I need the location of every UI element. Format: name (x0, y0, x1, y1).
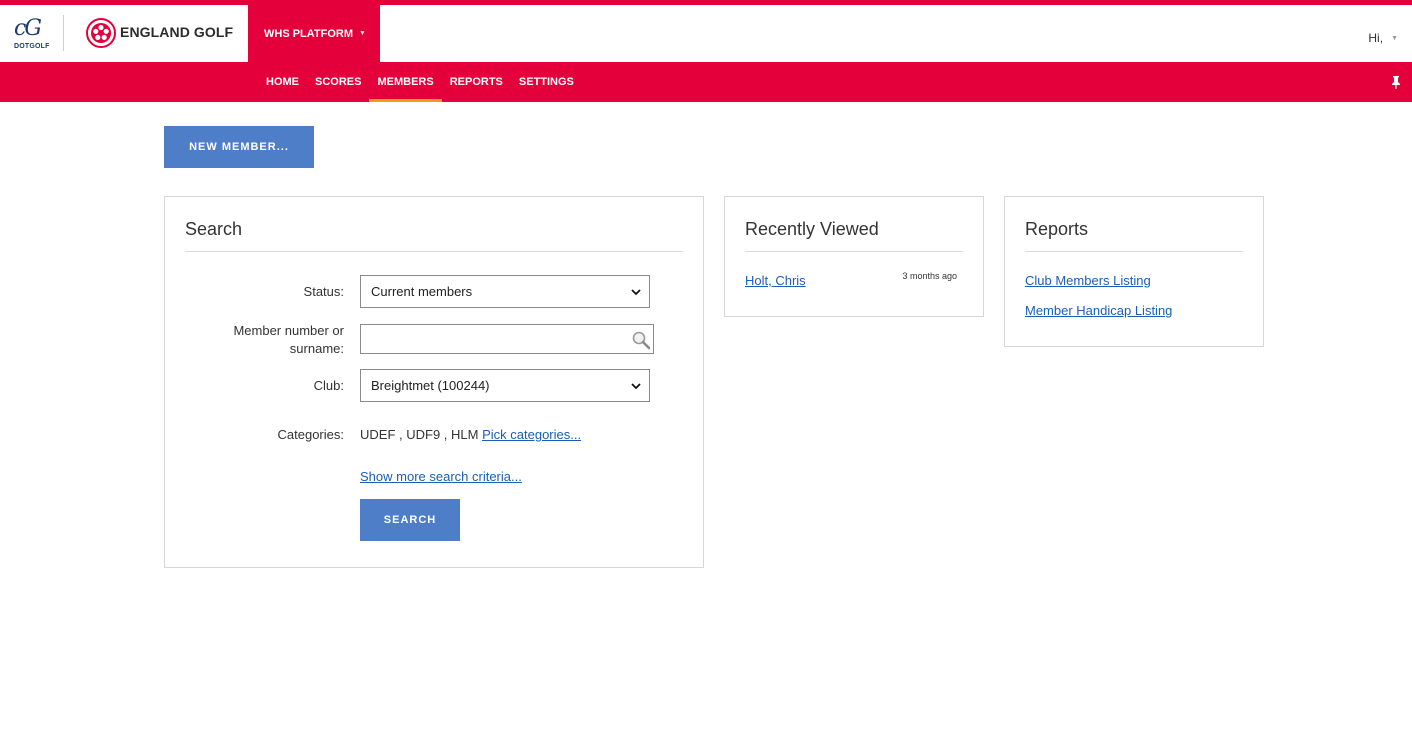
status-select[interactable]: Current members (360, 275, 650, 308)
platform-caret-icon: ▼ (359, 30, 366, 37)
nav-settings[interactable]: SETTINGS (511, 62, 582, 102)
categories-value: UDEF , UDF9 , HLM (360, 427, 479, 442)
nav-members-label: MEMBERS (377, 76, 434, 88)
member-handicap-listing-link[interactable]: Member Handicap Listing (1025, 303, 1172, 318)
nav-scores[interactable]: SCORES (307, 62, 369, 102)
categories-field: UDEF , UDF9 , HLM Pick categories... (360, 427, 581, 442)
nav-home-label: HOME (266, 76, 299, 88)
pick-categories-link[interactable]: Pick categories... (482, 427, 581, 442)
nav-members[interactable]: MEMBERS (369, 62, 442, 102)
member-search-label-line1: Member number or (233, 323, 344, 338)
reports-divider (1025, 251, 1243, 252)
categories-label: Categories: (277, 427, 344, 442)
recent-member-time: 3 months ago (902, 271, 957, 281)
new-member-button[interactable]: NEW MEMBER... (164, 126, 314, 168)
club-members-listing-link[interactable]: Club Members Listing (1025, 273, 1151, 288)
chevron-down-icon (631, 289, 641, 296)
recent-member-link[interactable]: Holt, Chris (745, 273, 806, 288)
pin-icon[interactable] (1390, 75, 1402, 89)
recently-viewed-divider (745, 251, 963, 252)
user-greeting: Hi, (1368, 31, 1384, 45)
platform-switcher[interactable]: WHS PLATFORM ▼ (248, 5, 380, 62)
dotgolf-logo-mark: cG (14, 16, 42, 41)
recently-viewed-panel: Recently Viewed Holt, Chris 3 months ago (724, 196, 984, 317)
club-label: Club: (313, 378, 344, 393)
reports-title: Reports (1025, 219, 1089, 239)
search-panel-divider (185, 251, 683, 252)
nav-settings-label: SETTINGS (518, 76, 574, 88)
main-navbar: HOME SCORES MEMBERS REPORTS SETTINGS (0, 62, 1412, 102)
user-menu-caret-icon: ▼ (1391, 35, 1398, 43)
nav-home[interactable]: HOME (258, 62, 307, 102)
dotgolf-logo[interactable]: cG DOTGOLF (12, 15, 52, 55)
club-select-value: Breightmet (100244) (371, 378, 490, 393)
platform-label: WHS PLATFORM (264, 27, 354, 40)
search-icon[interactable] (631, 330, 651, 350)
status-label: Status: (303, 284, 344, 299)
club-select[interactable]: Breightmet (100244) (360, 369, 650, 402)
nav-reports[interactable]: REPORTS (442, 62, 511, 102)
nav-scores-label: SCORES (315, 76, 362, 88)
search-panel-title: Search (185, 219, 243, 239)
top-header: cG DOTGOLF ENGLAND GOLF Hi, ▼ (0, 5, 1412, 62)
chevron-down-icon (631, 383, 641, 390)
england-golf-rose-icon (86, 18, 116, 48)
member-search-label-line2: surname: (289, 341, 344, 356)
recently-viewed-title: Recently Viewed (745, 219, 879, 239)
dotgolf-logo-text: DOTGOLF (14, 43, 50, 50)
status-select-value: Current members (371, 284, 473, 299)
england-golf-wordmark: ENGLAND GOLF (120, 24, 234, 40)
logo-divider (63, 15, 64, 51)
nav-reports-label: REPORTS (449, 76, 503, 88)
member-search-label: Member number or surname: (233, 322, 344, 358)
show-more-criteria-link[interactable]: Show more search criteria... (360, 469, 522, 484)
search-button[interactable]: SEARCH (360, 499, 460, 541)
nav-items: HOME SCORES MEMBERS REPORTS SETTINGS (258, 62, 582, 102)
user-menu[interactable]: Hi, ▼ (1368, 31, 1398, 45)
member-search-input[interactable] (360, 324, 654, 354)
search-panel: Search Status: Current members Member nu… (164, 196, 704, 568)
reports-panel: Reports Club Members Listing Member Hand… (1004, 196, 1264, 347)
